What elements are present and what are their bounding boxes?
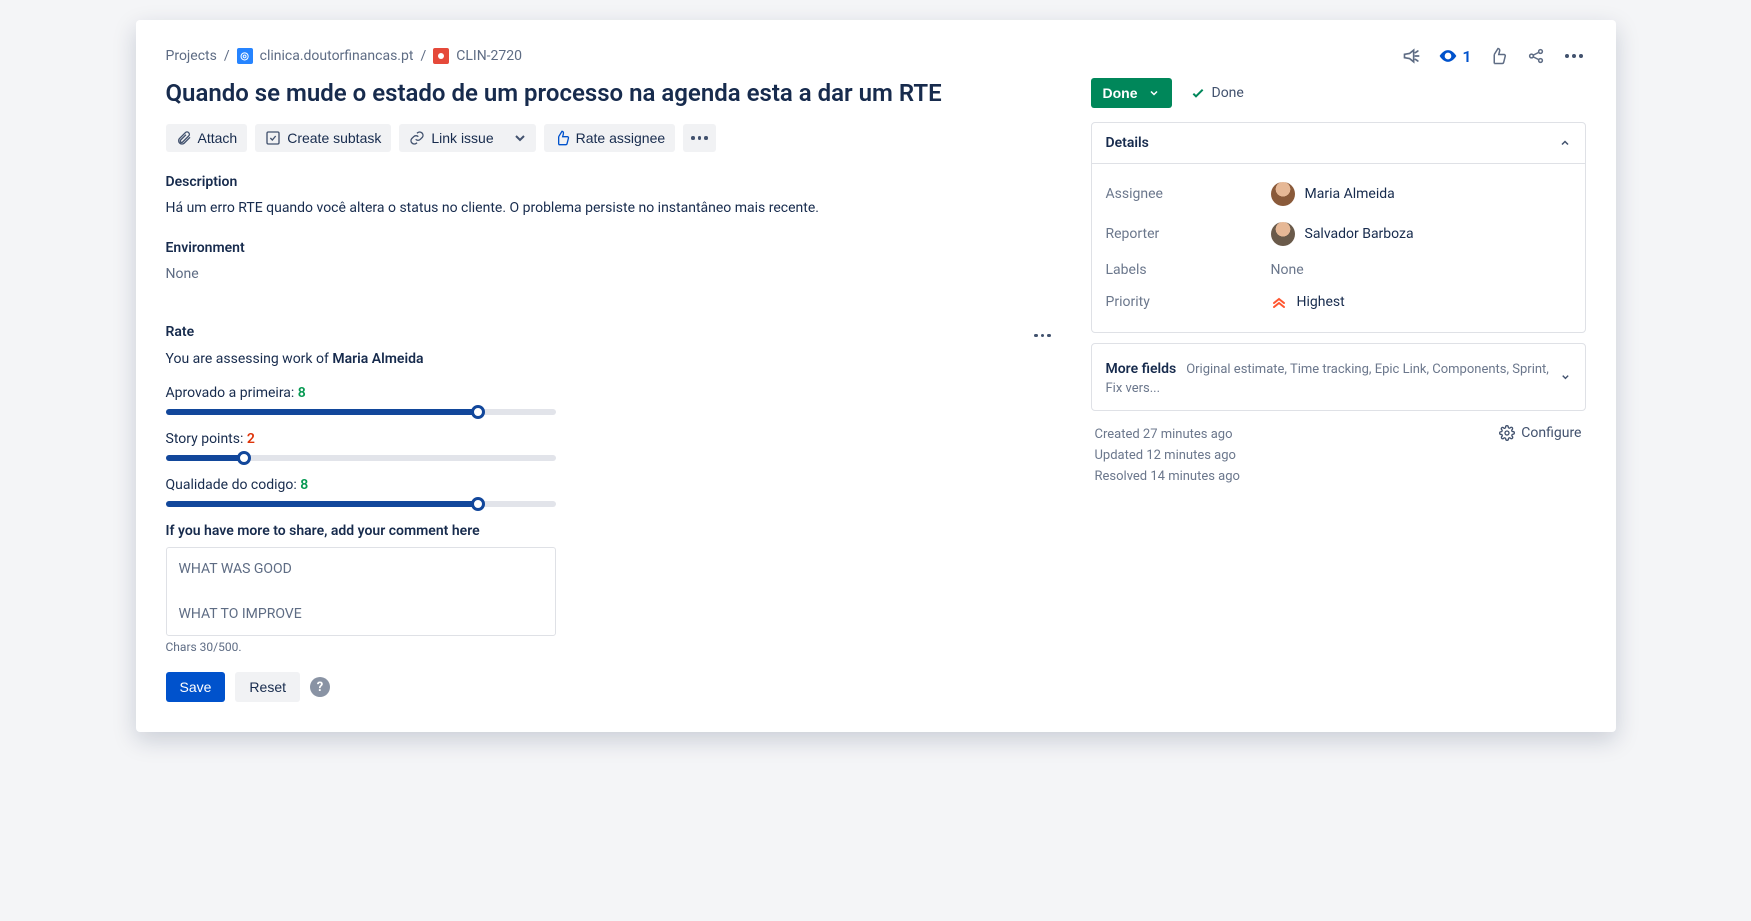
check-icon [1190,85,1206,101]
chevron-down-icon [1148,87,1160,99]
field-priority[interactable]: Priority Highest [1106,286,1571,318]
share-icon[interactable] [1524,44,1548,68]
details-panel: Details Assignee Maria Almeida Reporter … [1091,122,1586,333]
slider-track[interactable] [166,455,556,461]
link-issue-dropdown[interactable] [504,124,536,152]
workflow-status: Done [1190,85,1244,101]
thumbs-up-icon [554,130,570,146]
chevron-down-icon [512,130,528,146]
bug-icon [433,48,449,64]
breadcrumb-project[interactable]: clinica.doutorfinancas.pt [260,48,414,64]
issue-title[interactable]: Quando se mude o estado de um processo n… [166,78,1051,108]
rate-assignee-button[interactable]: Rate assignee [544,124,676,152]
link-icon [409,130,425,146]
char-counter: Chars 30/500. [166,640,1051,654]
slider-aprovado: Aprovado a primeira: 8 [166,385,556,415]
field-reporter[interactable]: Reporter Salvador Barboza [1106,214,1571,254]
field-labels[interactable]: Labels None [1106,254,1571,286]
issue-view: Projects / ◎ clinica.doutorfinancas.pt /… [136,20,1616,732]
subtask-icon [265,130,281,146]
watch-button[interactable]: 1 [1438,46,1471,66]
feedback-icon[interactable] [1400,44,1424,68]
dots-icon [691,136,708,140]
slider-qualidade: Qualidade do codigo: 8 [166,477,556,507]
attach-button[interactable]: Attach [166,124,248,152]
create-subtask-button[interactable]: Create subtask [255,124,391,152]
slider-track[interactable] [166,501,556,507]
chevron-up-icon [1559,137,1571,149]
meta-dates: Created 27 minutes ago Updated 12 minute… [1095,425,1240,487]
configure-button[interactable]: Configure [1499,425,1581,441]
rate-subtitle: You are assessing work of Maria Almeida [166,351,1051,367]
reset-button[interactable]: Reset [235,672,300,702]
like-icon[interactable] [1486,44,1510,68]
comment-textarea[interactable]: WHAT WAS GOOD WHAT TO IMPROVE [166,547,556,636]
watch-count: 1 [1462,47,1471,66]
slider-story-points: Story points: 2 [166,431,556,461]
priority-highest-icon [1271,294,1287,310]
toolbar-more-button[interactable] [683,124,716,152]
chevron-down-icon [1560,371,1571,383]
environment-label: Environment [166,240,1051,256]
rate-label: Rate [166,324,195,340]
action-toolbar: Attach Create subtask Link issue Rate as… [166,124,1051,152]
slider-thumb[interactable] [237,451,251,465]
description-label: Description [166,174,1051,190]
help-icon[interactable]: ? [310,677,330,697]
breadcrumb-projects[interactable]: Projects [166,48,217,64]
more-actions-icon[interactable] [1562,44,1586,68]
header-actions: 1 [1400,44,1585,68]
field-assignee[interactable]: Assignee Maria Almeida [1106,174,1571,214]
save-button[interactable]: Save [166,672,226,702]
comment-label: If you have more to share, add your comm… [166,523,1051,539]
slider-thumb[interactable] [471,405,485,419]
slider-track[interactable] [166,409,556,415]
gear-icon [1499,425,1515,441]
rate-more-icon[interactable] [1034,322,1051,341]
more-fields-panel[interactable]: More fields Original estimate, Time trac… [1091,343,1586,411]
breadcrumb: Projects / ◎ clinica.doutorfinancas.pt /… [166,48,523,64]
link-issue-button[interactable]: Link issue [399,124,503,152]
avatar [1271,222,1295,246]
status-dropdown[interactable]: Done [1091,78,1172,108]
attach-icon [176,130,192,146]
breadcrumb-issue-key[interactable]: CLIN-2720 [456,48,522,64]
description-text[interactable]: Há um erro RTE quando você altera o stat… [166,200,1051,216]
slider-thumb[interactable] [471,497,485,511]
avatar [1271,182,1295,206]
details-panel-header[interactable]: Details [1092,123,1585,164]
project-icon: ◎ [237,48,253,64]
environment-value[interactable]: None [166,266,1051,282]
